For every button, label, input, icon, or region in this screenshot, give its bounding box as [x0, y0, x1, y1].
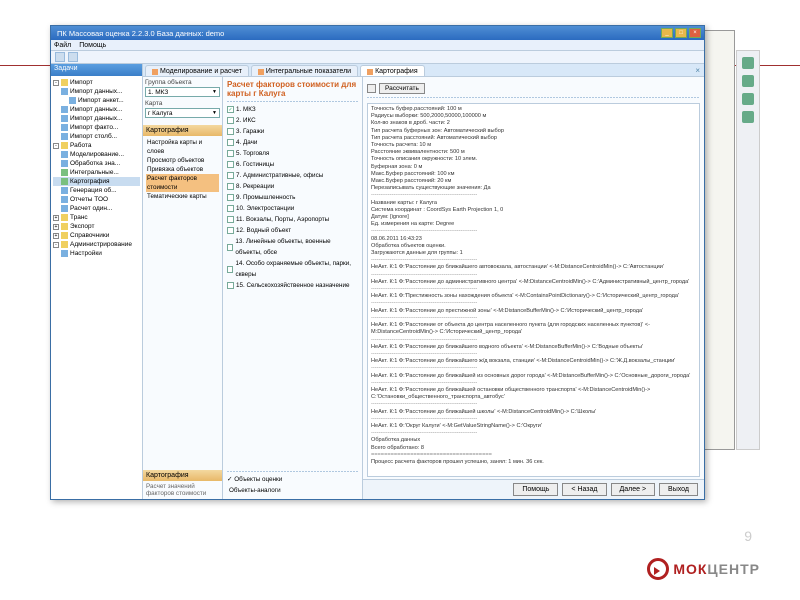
factor-checkbox[interactable]: 14. Особо охраняемые объекты, парки, скв…	[227, 258, 358, 280]
factor-checklist: Расчет факторов стоимости для карты г Ка…	[223, 77, 363, 499]
map-select[interactable]: г Калуга▼	[145, 108, 220, 118]
menubar: Файл Помощь	[51, 40, 704, 51]
factor-checkbox[interactable]: 3. Гаражи	[227, 126, 358, 137]
tab-cartography[interactable]: Картография	[360, 65, 425, 76]
wizard-buttons: Помощь < Назад Далее > Выход	[363, 479, 704, 499]
toolbar-button[interactable]	[55, 52, 65, 62]
tab-bar: Моделирование и расчет Интегральные пока…	[143, 64, 704, 77]
back-button[interactable]: < Назад	[562, 483, 606, 496]
factor-checkbox[interactable]: 5. Торговля	[227, 148, 358, 159]
nav-heading: Картография	[143, 125, 222, 136]
factor-checkbox[interactable]: 11. Вокзалы, Порты, Аэропорты	[227, 214, 358, 225]
nav-item[interactable]: Просмотр объектов	[146, 156, 219, 165]
calc-log[interactable]: Точность буфер.расстояний: 100 мРадиусы …	[367, 103, 700, 477]
logo-icon	[647, 558, 669, 580]
tab-integral[interactable]: Интегральные показатели	[251, 65, 358, 76]
factor-checkbox[interactable]: 2. ИКС	[227, 115, 358, 126]
close-button[interactable]: ×	[689, 28, 701, 38]
group-label: Группа объекта	[145, 79, 220, 86]
calc-panel: Рассчитать Точность буфер.расстояний: 10…	[363, 77, 704, 499]
checkbox-eval-objects[interactable]: ✓Объекты оценки	[227, 474, 358, 485]
minimize-button[interactable]: _	[661, 28, 673, 38]
factor-checkbox[interactable]: 4. Дачи	[227, 137, 358, 148]
task-tree[interactable]: -Импорт Импорт данных... Импорт анкет...…	[51, 76, 142, 260]
menu-file[interactable]: Файл	[54, 42, 71, 49]
factor-checkbox[interactable]: 9. Промышленность	[227, 192, 358, 203]
tab-close-icon[interactable]: ×	[695, 66, 700, 75]
map-label: Карта	[145, 100, 220, 107]
exit-button[interactable]: Выход	[659, 483, 698, 496]
next-button[interactable]: Далее >	[611, 483, 656, 496]
toolbar	[51, 51, 704, 64]
factor-checkbox[interactable]: 7. Административные, офисы	[227, 170, 358, 181]
factor-checkbox[interactable]: 8. Рекреации	[227, 181, 358, 192]
progress-icon	[367, 84, 376, 93]
main-window: ПК Массовая оценка 2.2.3.0 База данных: …	[50, 25, 705, 500]
factor-checkbox[interactable]: 10. Электростанции	[227, 203, 358, 214]
checklist-title: Расчет факторов стоимости для карты г Ка…	[227, 80, 358, 98]
tree-header: Задачи	[51, 64, 142, 76]
calculate-button[interactable]: Рассчитать	[379, 83, 425, 94]
menu-help[interactable]: Помощь	[79, 42, 106, 49]
wizard-nav: Группа объекта 1. МКЗ▼ Карта г Калуга▼ К…	[143, 77, 223, 499]
factor-checkbox[interactable]: 6. Гостиницы	[227, 159, 358, 170]
factor-checkbox[interactable]: ✓1. МКЗ	[227, 104, 358, 115]
checkbox-analog-objects[interactable]: Объекты-аналоги	[227, 485, 358, 496]
nav-bottom-heading: Картография	[143, 470, 222, 481]
nav-item[interactable]: Привязка объектов	[146, 165, 219, 174]
maximize-button[interactable]: □	[675, 28, 687, 38]
tab-modeling[interactable]: Моделирование и расчет	[145, 65, 249, 76]
nav-item[interactable]: Тематические карты	[146, 192, 219, 201]
titlebar[interactable]: ПК Массовая оценка 2.2.3.0 База данных: …	[51, 26, 704, 40]
group-select[interactable]: 1. МКЗ▼	[145, 87, 220, 97]
nav-item-factors[interactable]: Расчет факторов стоимости	[146, 174, 219, 192]
factor-checkbox[interactable]: 15. Сельскохозяйственное назначение	[227, 280, 358, 291]
tree-item-cartography: Картография	[53, 177, 140, 186]
nav-item[interactable]: Настройка карты и слоев	[146, 138, 219, 156]
window-title: ПК Массовая оценка 2.2.3.0 База данных: …	[54, 29, 659, 38]
slide-number: 9	[744, 528, 752, 544]
logo: МОКЦЕНТР	[647, 558, 760, 580]
factor-checkbox[interactable]: 12. Водный объект	[227, 225, 358, 236]
task-tree-panel: Задачи -Импорт Импорт данных... Импорт а…	[51, 64, 143, 499]
help-button[interactable]: Помощь	[513, 483, 558, 496]
factor-checkbox[interactable]: 13. Линейные объекты, военные объекты, о…	[227, 236, 358, 258]
nav-bottom-text: Расчет значений факторов стоимости	[143, 481, 222, 499]
toolbar-button[interactable]	[68, 52, 78, 62]
